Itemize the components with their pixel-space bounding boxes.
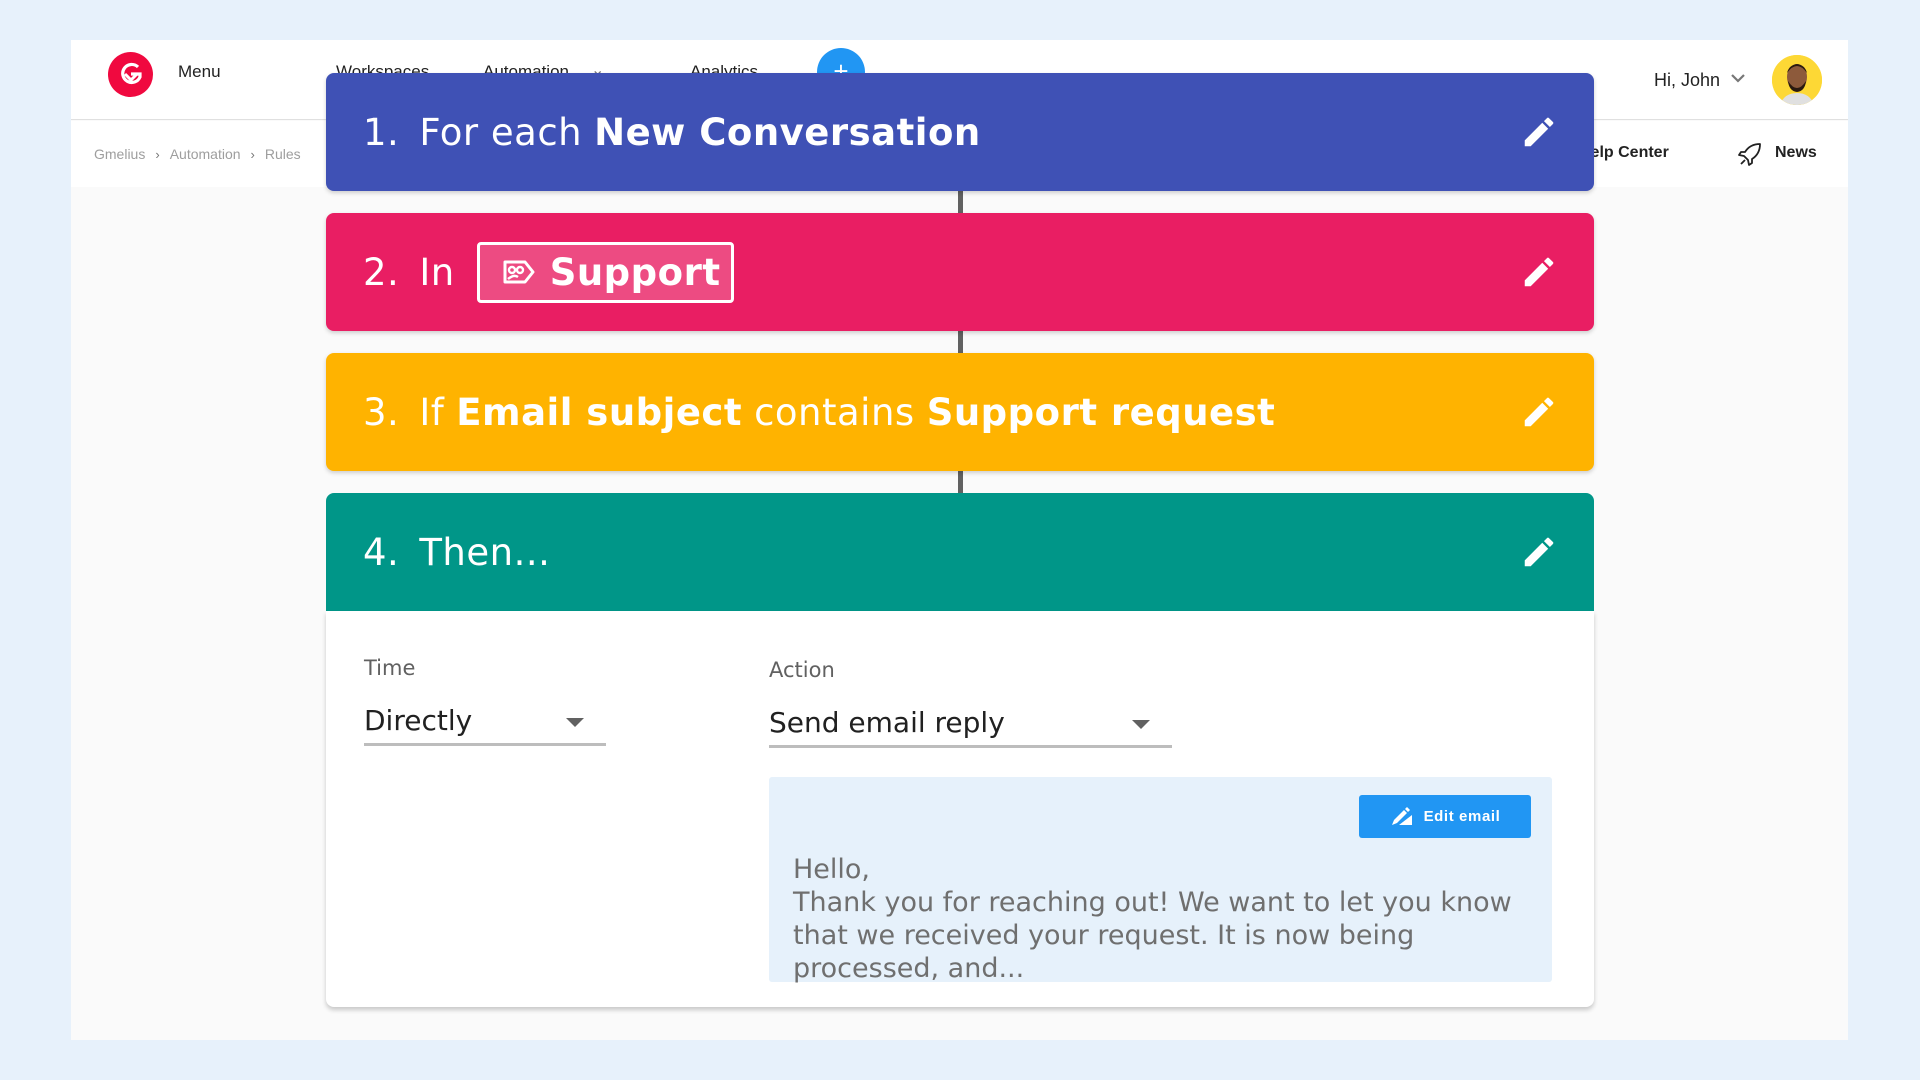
email-greeting: Hello, bbox=[793, 854, 871, 885]
chevron-right-icon: › bbox=[155, 146, 160, 162]
step-scope[interactable]: 2. In Support bbox=[326, 213, 1594, 331]
step-number: 3. bbox=[363, 390, 400, 434]
step-text: Then... bbox=[419, 530, 551, 574]
step-text: In bbox=[419, 250, 455, 294]
email-preview: Edit email Hello, Thank you for reaching… bbox=[769, 777, 1552, 985]
dropdown-caret-icon bbox=[1132, 720, 1150, 729]
step-connector bbox=[958, 331, 963, 353]
workspace-tag[interactable]: Support bbox=[476, 241, 734, 303]
step-text: If bbox=[419, 390, 445, 434]
news-link[interactable]: News bbox=[1775, 144, 1817, 162]
user-greeting[interactable]: Hi, John bbox=[1654, 70, 1720, 91]
action-label: Action bbox=[769, 658, 835, 682]
pencil-icon[interactable] bbox=[1520, 533, 1558, 571]
action-select[interactable]: Send email reply bbox=[769, 698, 1172, 748]
step-number: 2. bbox=[363, 250, 400, 294]
edit-pen-icon bbox=[1391, 806, 1412, 825]
user-photo-icon bbox=[1772, 55, 1822, 105]
email-content: Thank you for reaching out! We want to l… bbox=[793, 887, 1512, 984]
step-connector bbox=[958, 191, 963, 213]
logo-glyph-icon bbox=[120, 62, 142, 84]
condition-field: Email subject bbox=[456, 390, 743, 434]
pencil-icon[interactable] bbox=[1520, 253, 1558, 291]
step-text: For each bbox=[419, 110, 583, 154]
gmelius-logo[interactable] bbox=[108, 52, 153, 97]
time-value: Directly bbox=[364, 704, 473, 737]
avatar[interactable] bbox=[1772, 55, 1822, 105]
step-connector bbox=[958, 471, 963, 493]
action-value: Send email reply bbox=[769, 706, 1005, 739]
breadcrumb-automation[interactable]: Automation bbox=[170, 146, 241, 162]
shared-label-icon bbox=[503, 260, 535, 284]
breadcrumb-rules[interactable]: Rules bbox=[265, 146, 301, 162]
step-trigger[interactable]: 1. For each New Conversation bbox=[326, 73, 1594, 191]
time-select[interactable]: Directly bbox=[364, 696, 606, 746]
step-number: 4. bbox=[363, 530, 400, 574]
dropdown-caret-icon bbox=[566, 718, 584, 727]
condition-value: Support request bbox=[926, 390, 1276, 434]
condition-operator: contains bbox=[754, 390, 915, 434]
nav-menu[interactable]: Menu bbox=[178, 62, 221, 82]
time-label: Time bbox=[364, 656, 416, 680]
step-action[interactable]: 4. Then... bbox=[326, 493, 1594, 611]
breadcrumb-gmelius[interactable]: Gmelius bbox=[94, 146, 145, 162]
chevron-right-icon: › bbox=[250, 146, 255, 162]
action-config-panel: Time Directly Action Send email reply Ed… bbox=[326, 611, 1594, 1007]
step-condition[interactable]: 3. If Email subject contains Support req… bbox=[326, 353, 1594, 471]
rocket-icon[interactable] bbox=[1736, 140, 1764, 168]
chevron-down-icon[interactable] bbox=[1728, 68, 1748, 88]
pencil-icon[interactable] bbox=[1520, 393, 1558, 431]
breadcrumb: Gmelius › Automation › Rules bbox=[94, 146, 301, 162]
edit-email-button[interactable]: Edit email bbox=[1359, 795, 1531, 838]
tag-label: Support bbox=[549, 250, 721, 294]
pencil-icon[interactable] bbox=[1520, 113, 1558, 151]
step-number: 1. bbox=[363, 110, 400, 154]
email-body: Hello, Thank you for reaching out! We wa… bbox=[793, 853, 1533, 985]
trigger-value: New Conversation bbox=[594, 110, 981, 154]
edit-email-label: Edit email bbox=[1423, 808, 1501, 825]
